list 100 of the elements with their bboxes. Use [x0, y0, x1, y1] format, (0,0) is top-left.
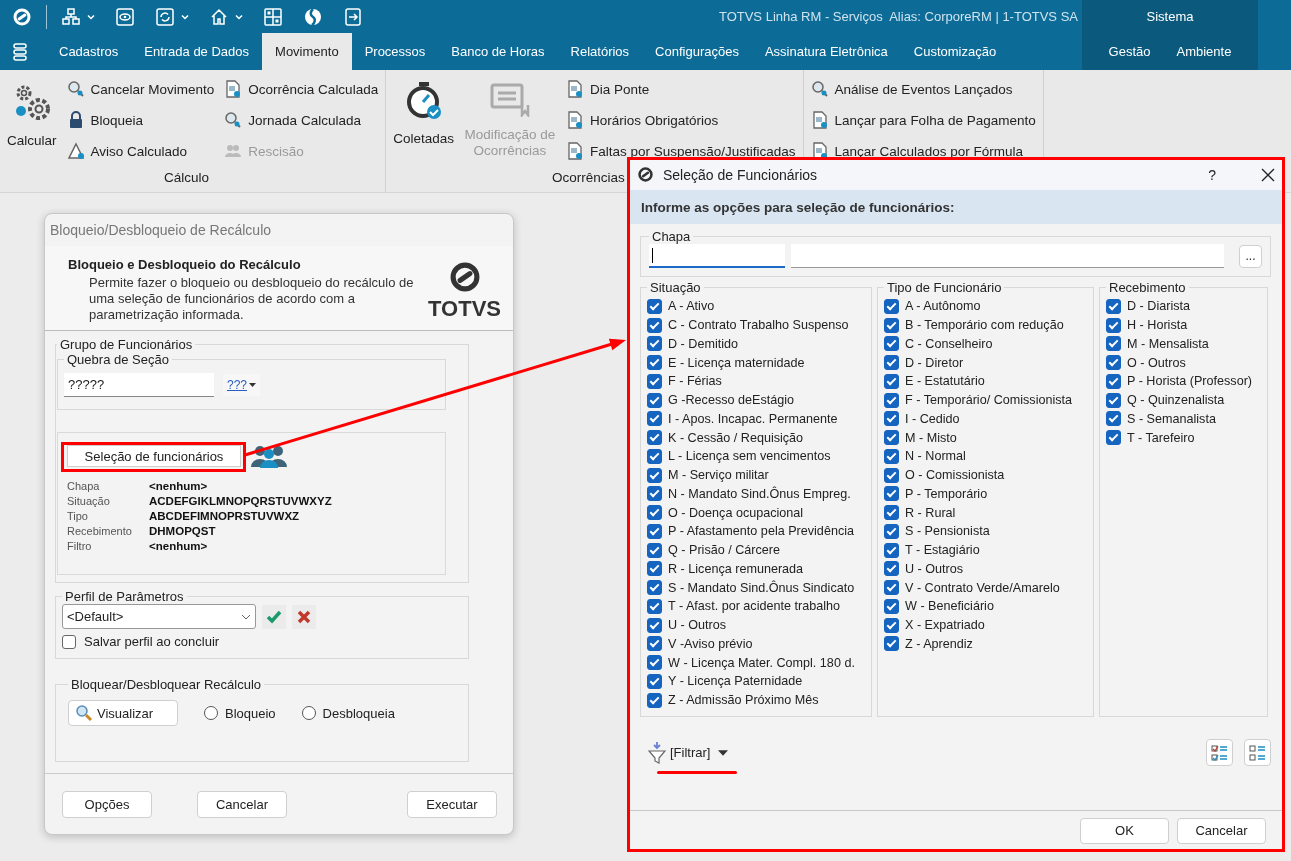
checkbox[interactable]: [1106, 336, 1121, 352]
sitemap-icon[interactable]: [61, 6, 81, 27]
menu-tab[interactable]: Relatórios: [557, 33, 643, 70]
checkbox[interactable]: [884, 523, 899, 539]
checkbox[interactable]: [62, 634, 76, 649]
document-icon[interactable]: [565, 142, 584, 160]
checkbox[interactable]: [647, 580, 662, 596]
document-icon[interactable]: [810, 111, 829, 129]
refresh-icon[interactable]: [155, 6, 175, 27]
checkbox[interactable]: [1106, 411, 1121, 427]
document-icon[interactable]: [565, 80, 584, 98]
caret-icon[interactable]: [87, 12, 95, 21]
exit-icon[interactable]: [343, 6, 363, 27]
checkbox[interactable]: [647, 411, 662, 427]
checkbox[interactable]: [647, 523, 662, 539]
menu-tab[interactable]: Configurações: [642, 33, 752, 70]
checkbox[interactable]: [647, 617, 662, 633]
checkbox[interactable]: [884, 636, 899, 652]
selection-button[interactable]: Seleção de funcionários: [67, 445, 241, 467]
ribbon-button[interactable]: Ocorrência Calculada: [222, 77, 381, 101]
checkbox[interactable]: [647, 430, 662, 446]
checkbox[interactable]: [884, 617, 899, 633]
menu-tab[interactable]: Gestão: [1095, 33, 1164, 70]
delete-button[interactable]: [292, 604, 316, 629]
checkbox[interactable]: [884, 430, 899, 446]
dialog-button[interactable]: Executar: [407, 791, 497, 818]
menu-tab[interactable]: Cadastros: [46, 33, 132, 70]
radio-button[interactable]: [301, 706, 316, 720]
checkbox[interactable]: [884, 486, 899, 502]
dialog-button[interactable]: Cancelar: [1177, 817, 1266, 844]
menu-tab[interactable]: Banco de Horas: [438, 33, 558, 70]
dropdown[interactable]: <Default>: [62, 604, 256, 629]
browse-button[interactable]: ...: [1239, 244, 1262, 268]
input-field[interactable]: [649, 244, 785, 268]
caret-icon[interactable]: [718, 749, 729, 756]
checkbox[interactable]: [1106, 392, 1121, 408]
check-all-button[interactable]: [1206, 739, 1233, 766]
checkbox[interactable]: [647, 673, 662, 689]
eye-icon[interactable]: [115, 6, 135, 27]
preview-button[interactable]: Visualizar: [68, 700, 178, 726]
caret-icon[interactable]: [181, 12, 189, 21]
ribbon-button[interactable]: Aviso Calculado: [64, 139, 217, 163]
checkbox[interactable]: [647, 561, 662, 577]
magnifier-icon[interactable]: [224, 111, 243, 129]
ribbon-button[interactable]: Cancelar Movimento: [64, 77, 217, 101]
warning-icon[interactable]: [66, 142, 85, 160]
magnifier-icon[interactable]: [66, 80, 85, 98]
checkbox[interactable]: [884, 561, 899, 577]
caret-icon[interactable]: [235, 12, 243, 21]
menu-tab[interactable]: Ambiente: [1163, 33, 1245, 70]
checkbox[interactable]: [884, 373, 899, 389]
checkbox[interactable]: [647, 298, 662, 314]
checkbox[interactable]: [647, 373, 662, 389]
mask-button[interactable]: ???: [223, 374, 261, 396]
checkbox[interactable]: [647, 392, 662, 408]
checkbox[interactable]: [647, 355, 662, 371]
input-field[interactable]: [791, 244, 1224, 268]
checkbox[interactable]: [884, 355, 899, 371]
close-icon[interactable]: [1261, 167, 1275, 182]
checkbox[interactable]: [647, 598, 662, 614]
menu-tab[interactable]: Processos: [351, 33, 439, 70]
document-icon[interactable]: [224, 80, 243, 98]
checkbox[interactable]: [647, 317, 662, 333]
filter-button[interactable]: [Filtrar]: [666, 745, 719, 760]
checkbox[interactable]: [884, 598, 899, 614]
logo-icon[interactable]: [12, 6, 32, 27]
checkbox[interactable]: [884, 411, 899, 427]
ribbon-button[interactable]: Bloqueia: [64, 108, 217, 132]
checkbox[interactable]: [1106, 317, 1121, 333]
menu-tab[interactable]: Customização: [900, 33, 1010, 70]
ribbon-button[interactable]: Lançar para Folha de Pagamento: [808, 108, 1038, 132]
checkbox[interactable]: [1106, 298, 1121, 314]
checkbox[interactable]: [647, 505, 662, 521]
checkbox[interactable]: [884, 317, 899, 333]
checkbox[interactable]: [647, 467, 662, 483]
checkbox[interactable]: [1106, 355, 1121, 371]
ribbon-button[interactable]: Horários Obrigatórios: [563, 108, 798, 132]
checkbox[interactable]: [647, 486, 662, 502]
grid-icon[interactable]: [263, 6, 283, 27]
menu-tab[interactable]: Movimento: [262, 33, 352, 70]
dialog-button[interactable]: Cancelar: [197, 791, 287, 818]
globe-icon[interactable]: [303, 6, 323, 27]
checkbox[interactable]: [647, 336, 662, 352]
checkbox[interactable]: [647, 636, 662, 652]
checkbox[interactable]: [647, 692, 662, 708]
checkbox[interactable]: [884, 467, 899, 483]
checkbox[interactable]: [884, 392, 899, 408]
magnifier-icon[interactable]: [810, 80, 829, 98]
dialog-button[interactable]: OK: [1080, 817, 1169, 844]
ribbon-button[interactable]: Análise de Eventos Lançados: [808, 77, 1038, 101]
ribbon-button[interactable]: Dia Ponte: [563, 77, 798, 101]
checkbox[interactable]: [884, 298, 899, 314]
checkbox[interactable]: [884, 448, 899, 464]
ribbon-button[interactable]: Coletadas: [391, 77, 456, 147]
checkbox[interactable]: [884, 542, 899, 558]
text-field[interactable]: ?????: [64, 373, 214, 397]
checkbox[interactable]: [884, 580, 899, 596]
help-button[interactable]: ?: [1208, 166, 1216, 183]
uncheck-all-button[interactable]: [1244, 739, 1271, 766]
menu-tab[interactable]: Entrada de Dados: [131, 33, 263, 70]
